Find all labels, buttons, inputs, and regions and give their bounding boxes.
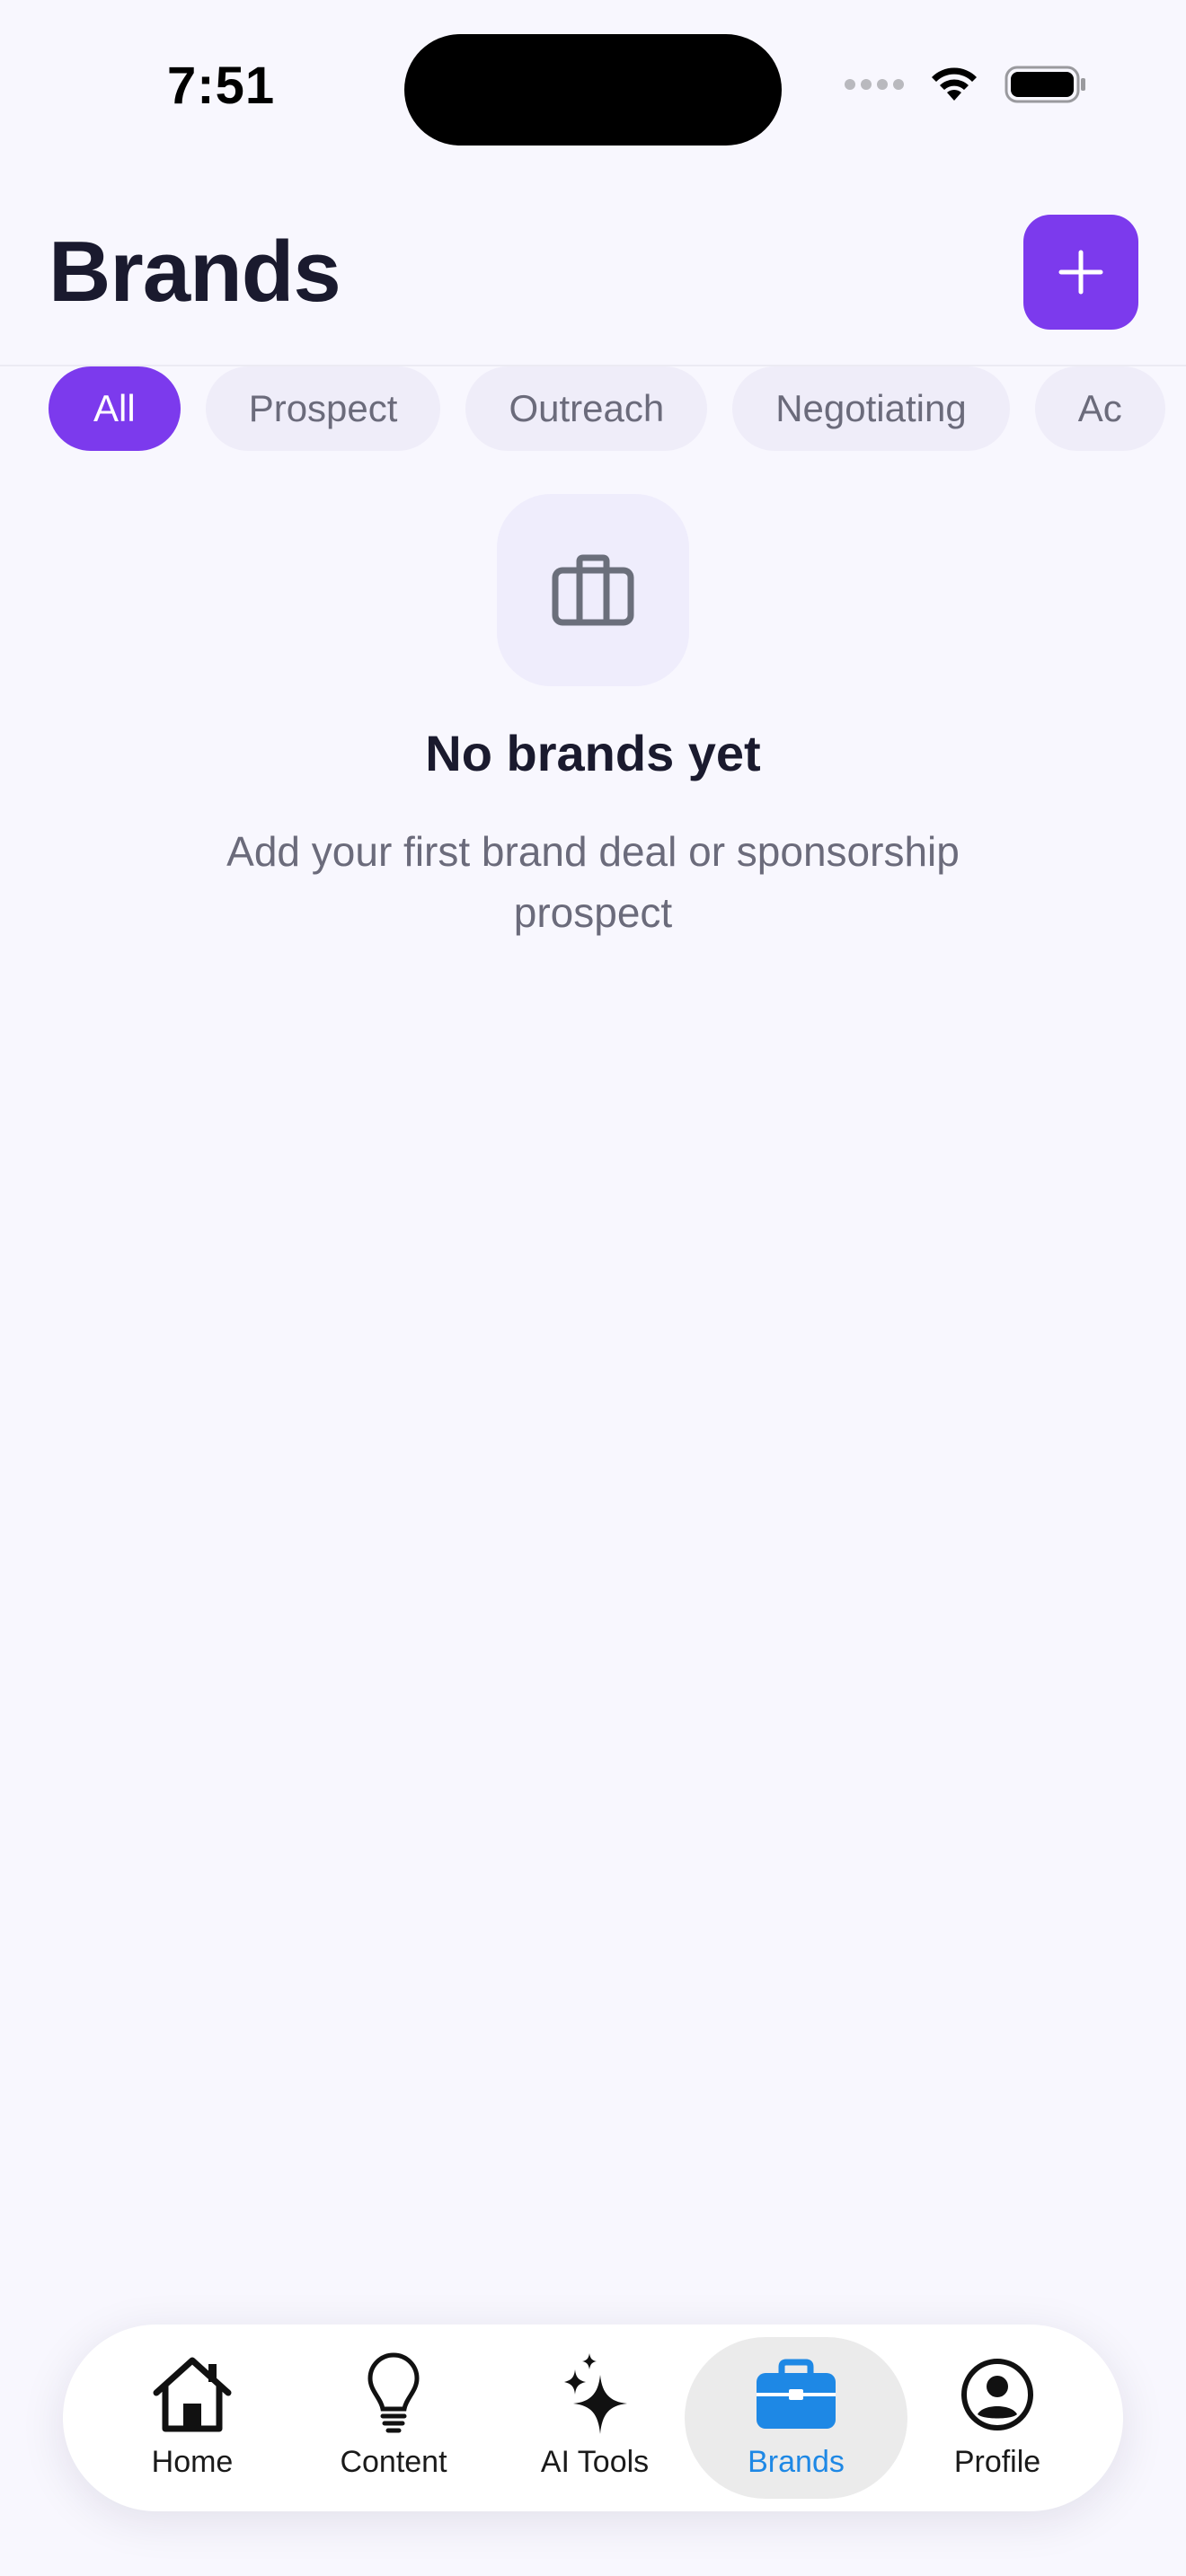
cellular-signal-icon: [845, 79, 904, 90]
briefcase-icon: [552, 554, 634, 626]
wifi-icon: [932, 67, 977, 101]
empty-state-title: No brands yet: [425, 725, 761, 781]
filter-chip-prospect[interactable]: Prospect: [205, 366, 441, 451]
tab-profile[interactable]: Profile: [886, 2337, 1109, 2499]
filter-chip-outreach[interactable]: Outreach: [465, 366, 708, 451]
tab-profile-label: Profile: [953, 2445, 1041, 2479]
tab-home[interactable]: Home: [81, 2337, 304, 2499]
tab-content[interactable]: Content: [282, 2337, 505, 2499]
tab-brands-label: Brands: [748, 2445, 845, 2479]
tab-ai-tools-label: AI Tools: [540, 2445, 650, 2479]
brands-screen: 7:51 Brands All Prospect Outreach Negoti…: [0, 0, 1186, 2576]
filter-chip-active[interactable]: Ac: [1034, 366, 1165, 451]
home-icon: [153, 2357, 232, 2432]
add-brand-button[interactable]: [1023, 215, 1138, 330]
briefcase-icon: [757, 2359, 836, 2429]
status-indicators: [845, 65, 1087, 104]
empty-state-subtitle: Add your first brand deal or sponsorship…: [226, 828, 960, 936]
battery-icon: [1005, 66, 1085, 103]
sparkles-icon: [564, 2353, 627, 2434]
filter-chip-negotiating[interactable]: Negotiating: [732, 366, 1010, 451]
plus-icon: [1058, 250, 1103, 295]
tab-ai-tools[interactable]: AI Tools: [483, 2337, 706, 2499]
empty-state-icon-box: [497, 494, 689, 686]
status-filter-chips: All Prospect Outreach Negotiating Ac: [49, 366, 1165, 451]
bottom-tab-bar: Home Content AI Tools Brands Profile: [63, 2325, 1123, 2511]
page-title: Brands: [49, 224, 341, 320]
status-time: 7:51: [167, 57, 276, 115]
tab-content-label: Content: [340, 2445, 447, 2479]
dynamic-island: [404, 34, 782, 146]
profile-icon: [961, 2359, 1033, 2430]
filter-chip-all[interactable]: All: [49, 366, 181, 451]
tab-brands[interactable]: Brands: [685, 2337, 907, 2499]
lightbulb-icon: [367, 2352, 420, 2433]
tab-home-label: Home: [151, 2445, 234, 2479]
